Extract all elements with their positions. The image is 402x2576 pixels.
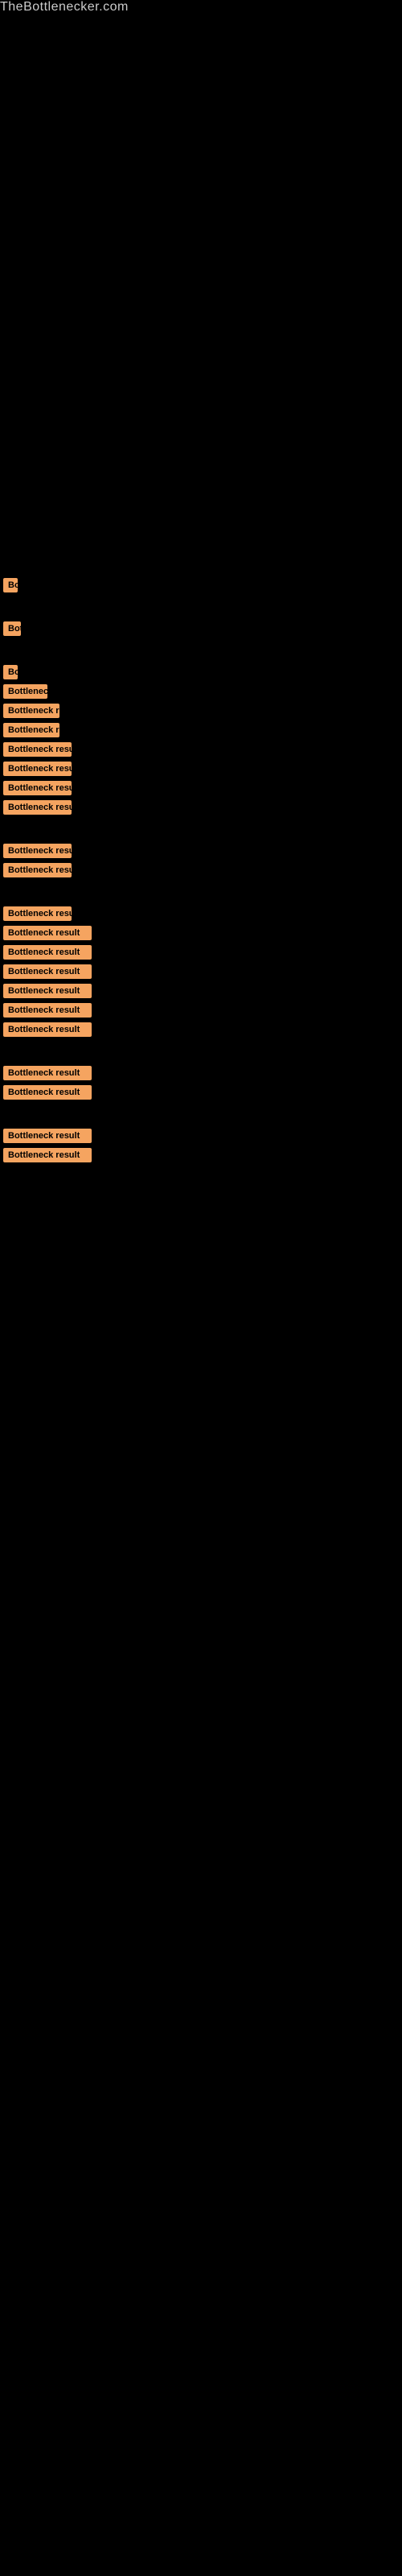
list-item: Bottleneck result (0, 723, 402, 737)
list-item: Bottleneck result (0, 844, 402, 858)
list-item: Bottleneck result (0, 665, 402, 679)
list-item: Bottleneck result (0, 800, 402, 815)
list-item: Bottleneck result (0, 1148, 402, 1162)
bottleneck-result-badge-5[interactable]: Bottleneck result (3, 704, 59, 718)
bottleneck-result-badge-12[interactable]: Bottleneck result (3, 863, 72, 877)
list-item: Bottleneck result (0, 762, 402, 776)
bottleneck-result-badge-20[interactable]: Bottleneck result (3, 1066, 92, 1080)
list-item: Bottleneck result (0, 945, 402, 960)
bottleneck-result-badge-8[interactable]: Bottleneck result (3, 762, 72, 776)
bottleneck-result-badge-22[interactable]: Bottleneck result (3, 1129, 92, 1143)
list-item: Bottleneck result (0, 704, 402, 718)
bottleneck-result-badge-9[interactable]: Bottleneck result (3, 781, 72, 795)
list-item: Bottleneck result (0, 964, 402, 979)
list-item: Bottleneck result (0, 1003, 402, 1018)
bottleneck-result-badge-15[interactable]: Bottleneck result (3, 945, 92, 960)
bottleneck-result-badge-17[interactable]: Bottleneck result (3, 984, 92, 998)
bottleneck-result-badge-4[interactable]: Bottleneck result (3, 684, 47, 699)
bottleneck-result-badge-16[interactable]: Bottleneck result (3, 964, 92, 979)
list-item: Bottleneck result (0, 1129, 402, 1143)
site-title: TheBottlenecker.com (0, 0, 129, 14)
list-item: Bottleneck result (0, 1022, 402, 1037)
bottleneck-result-badge-18[interactable]: Bottleneck result (3, 1003, 92, 1018)
site-title-bar: TheBottlenecker.com (0, 0, 402, 14)
bottleneck-result-badge-14[interactable]: Bottleneck result (3, 926, 92, 940)
list-item: Bottleneck result (0, 1066, 402, 1080)
list-item: Bottleneck result (0, 621, 402, 636)
list-item: Bottleneck result (0, 863, 402, 877)
bottleneck-result-badge-11[interactable]: Bottleneck result (3, 844, 72, 858)
list-item: Bottleneck result (0, 984, 402, 998)
list-item: Bottleneck result (0, 684, 402, 699)
bottleneck-result-badge-6[interactable]: Bottleneck result (3, 723, 59, 737)
list-item: Bottleneck result (0, 742, 402, 757)
list-item: Bottleneck result (0, 926, 402, 940)
chart-area (0, 14, 402, 497)
list-item: Bottleneck result (0, 578, 402, 592)
list-item: Bottleneck result (0, 781, 402, 795)
list-item: Bottleneck result (0, 1085, 402, 1100)
list-item: Bottleneck result (0, 906, 402, 921)
bottleneck-result-badge-23[interactable]: Bottleneck result (3, 1148, 92, 1162)
bottleneck-result-badge-7[interactable]: Bottleneck result (3, 742, 72, 757)
bottleneck-result-badge-2[interactable]: Bottleneck result (3, 621, 21, 636)
bottleneck-result-badge-19[interactable]: Bottleneck result (3, 1022, 92, 1037)
bottleneck-result-badge-13[interactable]: Bottleneck result (3, 906, 72, 921)
bottleneck-result-badge-3[interactable]: Bottleneck result (3, 665, 18, 679)
bottleneck-result-badge-10[interactable]: Bottleneck result (3, 800, 72, 815)
bottleneck-result-badge-1[interactable]: Bottleneck result (3, 578, 18, 592)
bottleneck-result-badge-21[interactable]: Bottleneck result (3, 1085, 92, 1100)
results-container: Bottleneck result Bottleneck result Bott… (0, 578, 402, 1162)
